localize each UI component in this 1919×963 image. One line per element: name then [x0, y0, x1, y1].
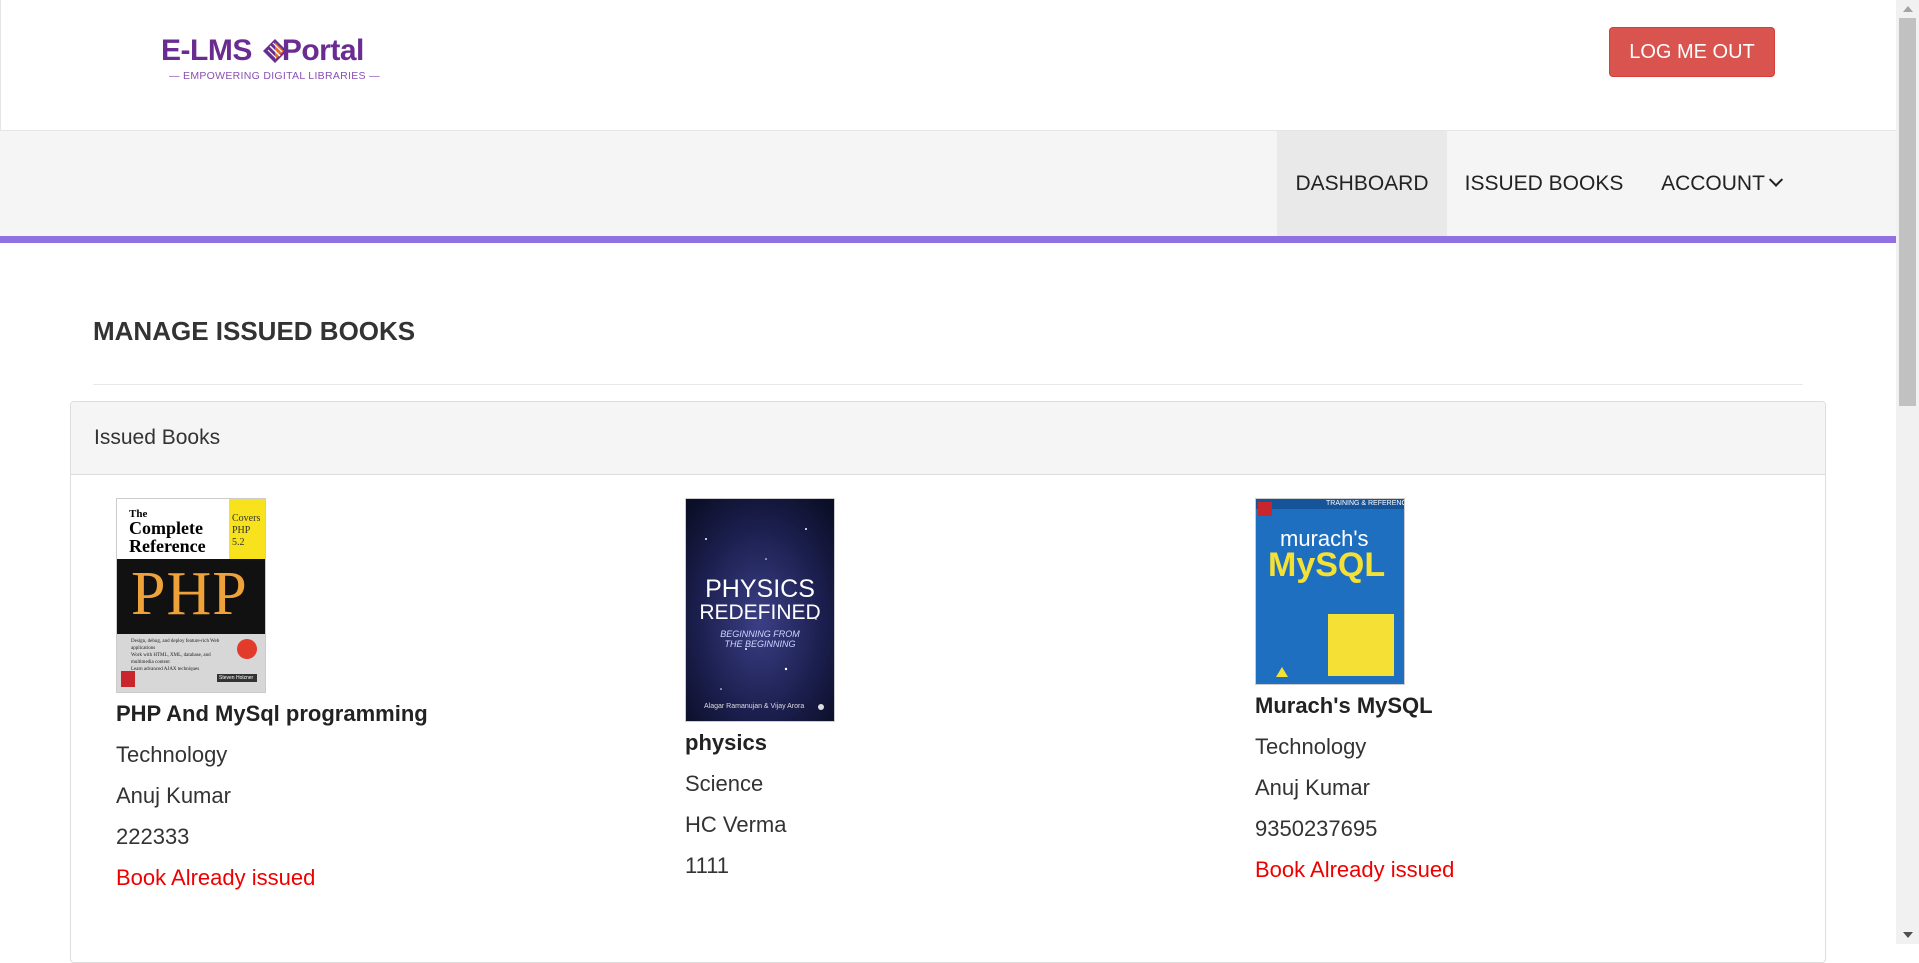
book-logo-icon — [263, 39, 287, 63]
nav-item-account[interactable]: ACCOUNT — [1641, 131, 1801, 236]
top-header: E-LMS Portal — EMPOWERING DIGITAL LIBRARI… — [0, 0, 1897, 131]
cover-big-text: PHP — [131, 560, 248, 628]
nav-item-dashboard[interactable]: DASHBOARD — [1277, 131, 1447, 236]
title-divider — [93, 384, 1803, 385]
nav-accent-bar — [0, 236, 1896, 243]
book-author: Anuj Kumar — [1255, 775, 1370, 800]
cover-bullet: Work with HTML, XML, database, and multi… — [131, 653, 211, 665]
book-cover-image: TRAINING & REFERENCE murach's MySQL — [1255, 498, 1405, 685]
book-category: Technology — [116, 742, 228, 767]
book-title: PHP And MySql programming — [116, 701, 428, 726]
cover-authors: Alagar Ramanujan & Vijay Arora — [704, 703, 805, 710]
chevron-down-icon — [1768, 172, 1783, 187]
book-status: Book Already issued — [1255, 857, 1455, 882]
nav-item-label: ISSUED BOOKS — [1464, 171, 1624, 195]
arrow-down-icon — [1903, 932, 1913, 938]
panel-title: Issued Books — [94, 426, 221, 449]
book-card: PHYSICS REDEFINED BEGINNING FROM THE BEG… — [685, 498, 835, 879]
arrow-up-icon — [1903, 6, 1913, 12]
scroll-up-button[interactable] — [1896, 0, 1919, 18]
nav-item-label: ACCOUNT — [1661, 171, 1765, 195]
cover-author: Steven Holzner — [219, 675, 254, 681]
book-card: The Complete Reference Covers PHP 5.2 PH… — [116, 498, 428, 891]
logout-button[interactable]: LOG ME OUT — [1609, 27, 1775, 77]
site-logo[interactable]: E-LMS Portal — EMPOWERING DIGITAL LIBRARI… — [161, 34, 391, 86]
book-isbn: 9350237695 — [1255, 816, 1378, 841]
scrollbar-thumb[interactable] — [1899, 18, 1916, 406]
cover-big-text: MySQL — [1268, 546, 1386, 584]
book-title: Murach's MySQL — [1255, 693, 1433, 718]
nav-item-label: DASHBOARD — [1295, 171, 1429, 195]
cover-text-redefined: REDEFINED — [699, 601, 821, 624]
book-card: TRAINING & REFERENCE murach's MySQL Mura… — [1255, 498, 1454, 883]
book-title: physics — [685, 730, 767, 755]
cover-subtitle-1: BEGINNING FROM — [720, 629, 800, 639]
cover-text-physics: PHYSICS — [705, 575, 815, 603]
cover-text-reference: Reference — [129, 536, 206, 556]
book-author: HC Verma — [685, 812, 787, 837]
cover-bullets: Design, debug, and deploy feature-rich W… — [131, 638, 229, 673]
book-category: Technology — [1255, 734, 1367, 759]
cover-bullet: Design, debug, and deploy feature-rich W… — [131, 639, 220, 651]
cover-top-text: TRAINING & REFERENCE — [1326, 500, 1405, 507]
page-title: MANAGE ISSUED BOOKS — [93, 316, 416, 346]
book-status: Book Already issued — [116, 865, 316, 890]
logo-text-part2: Portal — [281, 34, 365, 67]
cover-badge: Covers PHP 5.2 — [232, 513, 261, 548]
cover-bullet: Learn advanced AJAX techniques — [131, 667, 200, 672]
scroll-down-button[interactable] — [1896, 926, 1919, 944]
book-author: Anuj Kumar — [116, 783, 231, 808]
logo-text-part1: E-LMS — [161, 34, 252, 67]
logo-tagline: — EMPOWERING DIGITAL LIBRARIES — — [169, 70, 380, 82]
cover-subtitle-2: THE BEGINNING — [724, 639, 796, 649]
book-cover-image: The Complete Reference Covers PHP 5.2 PH… — [116, 498, 266, 693]
book-isbn: 1111 — [685, 853, 730, 878]
book-cover-image: PHYSICS REDEFINED BEGINNING FROM THE BEG… — [685, 498, 835, 722]
panel-heading: Issued Books — [71, 402, 1825, 475]
book-isbn: 222333 — [116, 824, 190, 849]
issued-books-panel: Issued Books The Complete Reference Cove… — [70, 401, 1826, 963]
book-category: Science — [685, 771, 764, 796]
page-scrollbar[interactable] — [1896, 0, 1919, 944]
cover-text-complete: Complete — [129, 518, 203, 538]
nav-item-issued-books[interactable]: ISSUED BOOKS — [1447, 131, 1641, 236]
